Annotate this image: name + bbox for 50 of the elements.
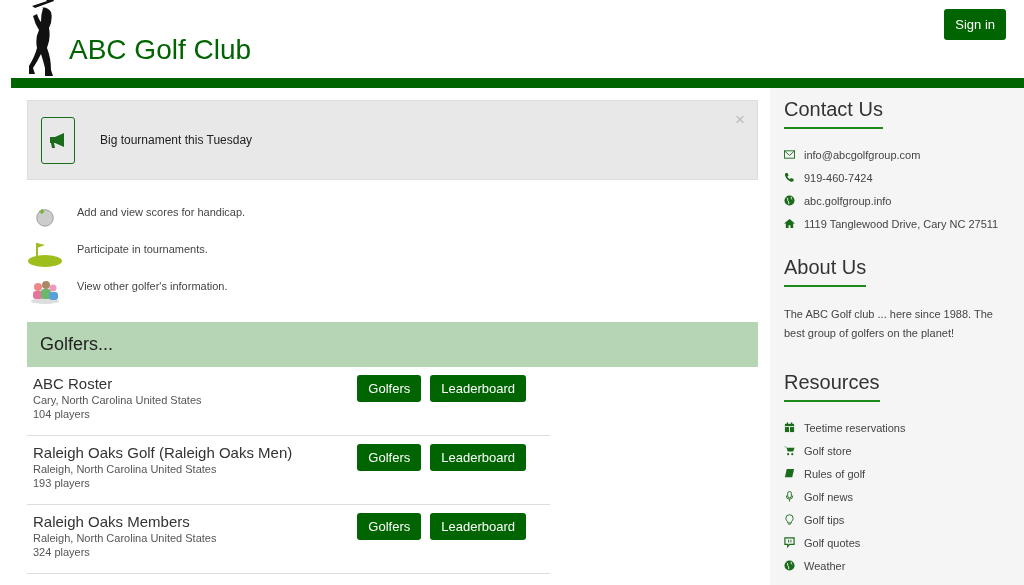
group-location: Raleigh, North Carolina United States — [33, 532, 217, 544]
sidebar-link[interactable]: Golf news — [804, 490, 853, 503]
sidebar-link[interactable]: Weather — [804, 559, 846, 572]
player-count: 193 players — [33, 477, 91, 489]
sidebar-link[interactable]: Rules of golf — [804, 467, 866, 480]
leaderboard-button[interactable]: Leaderboard — [430, 444, 526, 471]
group-name: Raleigh Oaks Members — [33, 513, 191, 530]
globe-icon — [784, 560, 795, 571]
leaderboard-button[interactable]: Leaderboard — [430, 375, 526, 402]
group-name: ABC Roster — [33, 375, 114, 392]
section-title: Golfers... — [40, 334, 114, 355]
feature-text: Add and view scores for handicap. — [77, 206, 246, 218]
group-location: Cary, North Carolina United States — [33, 394, 202, 406]
about-text: The ABC Golf club ... here since 1988. The best group of golfers on the planet! — [784, 307, 994, 341]
phone-icon — [784, 172, 795, 183]
group-name: Raleigh Oaks Golf (Raleigh Oaks Men) — [33, 444, 293, 461]
announcement-text: Big tournament this Tuesday — [100, 133, 253, 147]
section-heading: Contact Us — [784, 98, 883, 129]
feature-text: Participate in tournaments. — [77, 243, 208, 255]
sidebar-link[interactable]: 919-460-7424 — [804, 171, 873, 184]
sidebar-link[interactable]: Teetime reservations — [804, 421, 906, 434]
sidebar-link[interactable]: abc.golfgroup.info — [804, 194, 892, 207]
sidebar-link[interactable]: 1119 Tanglewood Drive, Cary NC 27511 — [804, 217, 999, 230]
sign-in-button[interactable]: Sign in — [944, 9, 1006, 40]
cart-icon — [784, 445, 795, 456]
megaphone-icon — [41, 116, 75, 164]
leaderboard-button[interactable]: Leaderboard — [430, 513, 526, 540]
calendar-icon — [784, 422, 795, 433]
envelope-icon — [784, 149, 795, 160]
book-icon — [784, 468, 795, 479]
section-heading: About Us — [784, 256, 867, 287]
golfers-button[interactable]: Golfers — [357, 513, 422, 540]
sidebar-link[interactable]: Golf quotes — [804, 536, 861, 549]
player-count: 324 players — [33, 546, 91, 558]
sidebar-link[interactable]: Golf tips — [804, 513, 845, 526]
sidebar-link[interactable]: Golf store — [804, 444, 852, 457]
golfers-button[interactable]: Golfers — [357, 444, 422, 471]
microphone-icon — [784, 491, 795, 502]
golf-flag-icon — [27, 240, 63, 268]
feature-text: View other golfer's information. — [77, 280, 228, 292]
site-title: ABC Golf Club — [69, 34, 252, 66]
house-icon — [784, 218, 795, 229]
lightbulb-icon — [784, 514, 795, 525]
player-count: 104 players — [33, 408, 91, 420]
sidebar-link[interactable]: info@abcgolfgroup.com — [804, 148, 921, 161]
golfers-button[interactable]: Golfers — [357, 375, 422, 402]
globe-icon — [784, 195, 795, 206]
chat-icon — [784, 537, 795, 548]
group-location: Raleigh, North Carolina United States — [33, 463, 218, 475]
section-heading: Resources — [784, 371, 880, 402]
